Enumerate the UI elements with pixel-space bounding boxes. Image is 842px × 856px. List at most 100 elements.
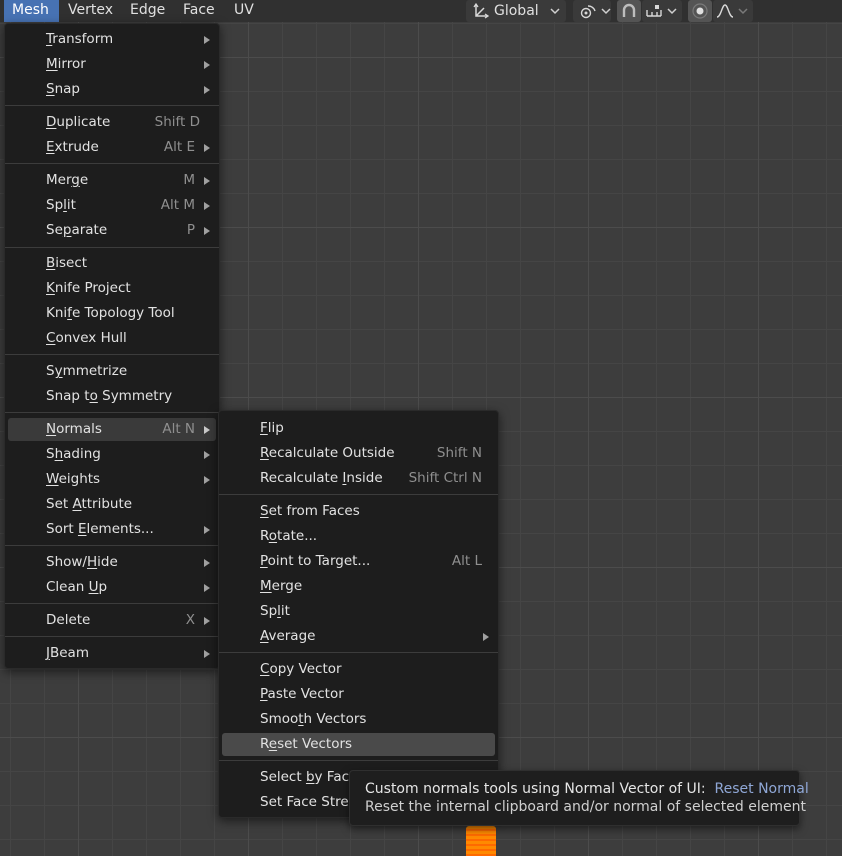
mesh-menu-item-label: Delete <box>46 612 91 628</box>
header-menu-uv[interactable]: UV <box>226 0 262 22</box>
mesh-menu-item-sort-elements[interactable]: Sort Elements... <box>8 518 216 541</box>
menu-separator <box>5 412 219 413</box>
normals-menu-item-label: Set from Faces <box>260 503 360 519</box>
mesh-menu-item-jbeam[interactable]: JBeam <box>8 642 216 665</box>
mesh-menu-item-split[interactable]: Split Alt M <box>8 194 216 217</box>
mesh-menu-item-show-hide[interactable]: Show/Hide <box>8 551 216 574</box>
mesh-menu-item-snap-to-symmetry[interactable]: Snap to Symmetry <box>8 385 216 408</box>
mesh-menu-item-separate[interactable]: Separate P <box>8 219 216 242</box>
transform-orientation-dropdown[interactable]: Global <box>466 0 566 22</box>
mesh-menu-item-bisect[interactable]: Bisect <box>8 252 216 275</box>
mesh-menu-item-snap[interactable]: Snap <box>8 78 216 101</box>
mesh-menu-item-convex-hull[interactable]: Convex Hull <box>8 327 216 350</box>
normals-menu-item-label: Copy Vector <box>260 661 342 677</box>
normals-menu-item-average[interactable]: Average <box>222 625 495 648</box>
menu-separator <box>5 545 219 546</box>
mesh-menu-item-weights[interactable]: Weights <box>8 468 216 491</box>
falloff-curve-icon <box>716 2 734 20</box>
normals-menu-item-label: Paste Vector <box>260 686 344 702</box>
mesh-menu-item-extrude[interactable]: Extrude Alt E <box>8 136 216 159</box>
mesh-menu-item-set-attribute[interactable]: Set Attribute <box>8 493 216 516</box>
normals-menu-item-reset-vectors[interactable]: Reset Vectors <box>222 732 495 756</box>
menu-separator <box>5 354 219 355</box>
mesh-menu-item-label: Duplicate <box>46 114 111 130</box>
normals-menu-item-label: Rotate... <box>260 528 318 544</box>
mesh-menu-item-label: Clean Up <box>46 579 108 595</box>
normals-menu-item-label: Recalculate Inside <box>260 470 383 486</box>
mesh-menu-item-label: Knife Topology Tool <box>46 305 175 321</box>
mesh-object <box>466 826 496 856</box>
normals-menu-item-merge[interactable]: Merge <box>222 575 495 598</box>
normals-menu-item-recalculate-inside[interactable]: Recalculate Inside Shift Ctrl N <box>222 467 495 490</box>
header-menu-edge[interactable]: Edge <box>122 0 173 22</box>
menu-separator <box>5 163 219 164</box>
normals-menu-item-recalculate-outside[interactable]: Recalculate Outside Shift N <box>222 442 495 465</box>
mesh-menu: Transform Mirror Snap Duplicate Shift D Extru… <box>4 23 220 669</box>
mesh-menu-item-label: Convex Hull <box>46 330 127 346</box>
viewport-header: Mesh Vertex Edge Face UV Global <box>0 0 842 22</box>
normals-menu-item-point-to-target[interactable]: Point to Target... Alt L <box>222 550 495 573</box>
snap-magnet-icon <box>620 2 638 20</box>
mesh-menu-item-label: Bisect <box>46 255 88 271</box>
mesh-menu-item-merge[interactable]: Merge M <box>8 169 216 192</box>
mesh-menu-item-label: Show/Hide <box>46 554 118 570</box>
header-menu-mesh[interactable]: Mesh <box>4 0 59 22</box>
menu-separator <box>5 247 219 248</box>
proportional-editing-icon <box>691 2 709 20</box>
menu-separator <box>5 105 219 106</box>
mesh-menu-item-shading[interactable]: Shading <box>8 443 216 466</box>
shortcut-hint: P <box>186 222 195 238</box>
mesh-menu-item-delete[interactable]: Delete X <box>8 609 216 632</box>
chevron-down-icon <box>601 6 611 16</box>
mesh-menu-item-label: Transform <box>46 31 114 47</box>
mesh-menu-item-clean-up[interactable]: Clean Up <box>8 576 216 599</box>
shortcut-hint: Alt M <box>160 197 195 213</box>
submenu-arrow-icon <box>204 176 210 185</box>
mesh-menu-item-knife-project[interactable]: Knife Project <box>8 277 216 300</box>
normals-menu-item-set-from-faces[interactable]: Set from Faces <box>222 500 495 523</box>
mesh-menu-item-symmetrize[interactable]: Symmetrize <box>8 360 216 383</box>
mesh-menu-item-label: Symmetrize <box>46 363 128 379</box>
falloff-dropdown[interactable] <box>713 0 753 22</box>
shortcut-hint: Alt E <box>163 139 195 155</box>
normals-menu-item-split[interactable]: Split <box>222 600 495 623</box>
mesh-menu-item-duplicate[interactable]: Duplicate Shift D <box>8 111 216 134</box>
normals-submenu: Flip Recalculate Outside Shift N Recalculat… <box>218 410 499 818</box>
mesh-menu-item-label: Snap to Symmetry <box>46 388 173 404</box>
normals-menu-item-rotate[interactable]: Rotate... <box>222 525 495 548</box>
header-menu-vertex[interactable]: Vertex <box>60 0 121 22</box>
snap-increment-icon <box>645 2 663 20</box>
shortcut-hint: X <box>185 612 195 628</box>
transform-orientation-label: Global <box>494 3 539 19</box>
mesh-menu-item-label: Knife Project <box>46 280 131 296</box>
normals-menu-item-flip[interactable]: Flip <box>222 417 495 440</box>
transform-orientation-icon <box>472 2 490 20</box>
mesh-menu-item-transform[interactable]: Transform <box>8 28 216 51</box>
tooltip: Custom normals tools using Normal Vector… <box>349 770 809 826</box>
menu-separator <box>219 652 498 653</box>
shortcut-hint: M <box>183 172 195 188</box>
normals-menu-item-smooth-vectors[interactable]: Smooth Vectors <box>222 708 495 731</box>
submenu-arrow-icon <box>483 632 489 641</box>
menu-separator <box>219 494 498 495</box>
mesh-menu-item-label: Separate <box>46 222 108 238</box>
mesh-menu-item-label: Mirror <box>46 56 86 72</box>
mesh-menu-item-normals[interactable]: Normals Alt N <box>8 417 216 441</box>
submenu-arrow-icon <box>204 85 210 94</box>
mesh-menu-item-knife-topology-tool[interactable]: Knife Topology Tool <box>8 302 216 325</box>
proportional-editing-toggle[interactable] <box>688 0 712 22</box>
normals-menu-item-copy-vector[interactable]: Copy Vector <box>222 658 495 681</box>
header-menu-face[interactable]: Face <box>175 0 223 22</box>
shortcut-hint: Shift D <box>154 114 200 130</box>
normals-menu-item-paste-vector[interactable]: Paste Vector <box>222 683 495 706</box>
snap-target-dropdown[interactable] <box>642 0 682 22</box>
normals-menu-item-label: Point to Target... <box>260 553 371 569</box>
normals-menu-item-label: Merge <box>260 578 303 594</box>
normals-menu-item-label: Split <box>260 603 290 619</box>
shortcut-hint: Shift Ctrl N <box>408 470 482 486</box>
mesh-menu-item-mirror[interactable]: Mirror <box>8 53 216 76</box>
normals-menu-item-label: Average <box>260 628 316 644</box>
pivot-point-dropdown[interactable] <box>573 0 611 22</box>
snap-toggle[interactable] <box>617 0 641 22</box>
submenu-arrow-icon <box>204 649 210 658</box>
